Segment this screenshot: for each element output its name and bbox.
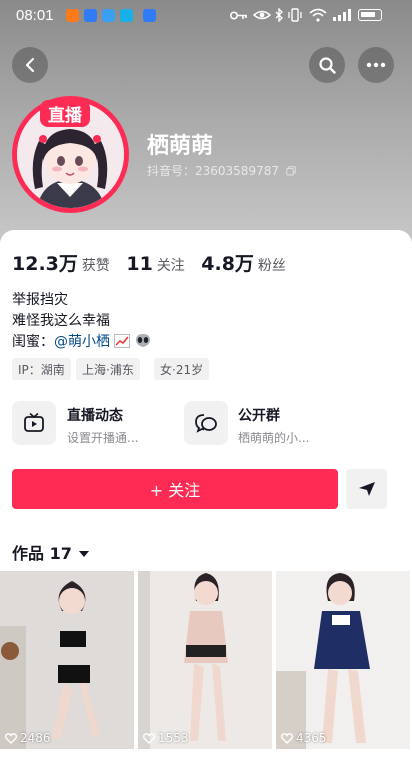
public-group-subtitle: 栖萌萌的小...: [238, 431, 310, 445]
eye-icon: [253, 10, 271, 20]
stat-label: 关注: [156, 258, 185, 274]
notification-app-icon: [120, 9, 133, 22]
video-thumbnail[interactable]: 1553: [138, 571, 272, 749]
bio-line: 举报挡灾: [12, 292, 68, 308]
profile-username: 栖萌萌: [147, 134, 214, 159]
profile-tag-gender-age: 女·21岁: [154, 358, 210, 380]
profile-tag-location: 上海·浦东: [76, 358, 140, 380]
works-tab[interactable]: 作品 17: [12, 540, 90, 564]
heart-icon: [143, 732, 155, 744]
heart-icon: [5, 732, 17, 744]
stat-value: 11: [126, 253, 153, 275]
tv-icon: [12, 401, 56, 445]
battery-icon: [358, 9, 382, 21]
wifi-icon: [309, 8, 327, 22]
mention-link[interactable]: @萌小栖: [54, 334, 110, 350]
video-like-count: 2486: [5, 731, 51, 745]
live-updates-subtitle: 设置开播通...: [67, 431, 139, 445]
search-icon: [319, 57, 336, 74]
notification-app-icon: [102, 9, 115, 22]
video-like-value: 4365: [296, 731, 327, 745]
live-badge[interactable]: 直播: [40, 100, 90, 127]
profile-stats: 12.3万 获赞 11 关注 4.8万 粉丝: [12, 249, 298, 276]
douyin-id[interactable]: 抖音号：23603589787: [147, 162, 296, 179]
follow-button[interactable]: + 关注: [12, 469, 338, 509]
video-thumbnail[interactable]: 4365: [276, 571, 410, 749]
alien-emoji-icon: [135, 334, 150, 347]
stat-following[interactable]: 11 关注: [126, 253, 201, 275]
bio-line: 难怪我这么幸福: [12, 313, 110, 329]
heart-icon: [281, 732, 293, 744]
stat-likes[interactable]: 12.3万 获赞: [12, 253, 126, 275]
key-icon: [230, 11, 247, 20]
video-image: [138, 571, 272, 749]
share-arrow-icon: [358, 482, 375, 496]
chart-emoji-icon: [114, 334, 131, 348]
stat-label: 获赞: [81, 258, 110, 274]
profile-tag-ip: IP：湖南: [12, 358, 71, 380]
bio-line: 闺蜜：@萌小栖: [12, 331, 151, 351]
douyin-id-text: 抖音号：23603589787: [147, 164, 279, 178]
video-like-count: 1553: [143, 731, 189, 745]
stat-label: 粉丝: [257, 258, 286, 274]
vibrate-icon: [288, 8, 302, 22]
search-button[interactable]: [309, 47, 345, 83]
stat-followers[interactable]: 4.8万 粉丝: [201, 253, 298, 275]
more-options-button[interactable]: [358, 47, 394, 83]
status-bar: 08:01: [0, 0, 412, 32]
bio-prefix: 闺蜜：: [12, 334, 54, 350]
signal-icon: [333, 9, 351, 21]
stat-value: 4.8万: [201, 253, 254, 275]
more-icon: [366, 62, 386, 68]
video-image: [276, 571, 410, 749]
video-image: [0, 571, 134, 749]
stat-value: 12.3万: [12, 253, 78, 275]
public-group-title: 公开群: [238, 408, 280, 424]
bluetooth-icon: [275, 8, 283, 22]
live-updates-title: 直播动态: [67, 408, 123, 424]
back-button[interactable]: [12, 47, 48, 83]
share-button[interactable]: [346, 469, 387, 509]
chat-group-icon: [184, 401, 228, 445]
notification-app-icon: [66, 9, 79, 22]
status-time: 08:01: [16, 7, 54, 24]
copy-icon[interactable]: [286, 166, 296, 176]
video-like-value: 2486: [20, 731, 51, 745]
caret-down-icon: [79, 551, 90, 557]
back-icon: [25, 57, 35, 73]
works-tab-label: 作品 17: [12, 544, 72, 563]
notification-app-icon: [143, 9, 156, 22]
video-thumbnail[interactable]: 2486: [0, 571, 134, 749]
notification-app-icon: [84, 9, 97, 22]
video-like-count: 4365: [281, 731, 327, 745]
video-like-value: 1553: [158, 731, 189, 745]
